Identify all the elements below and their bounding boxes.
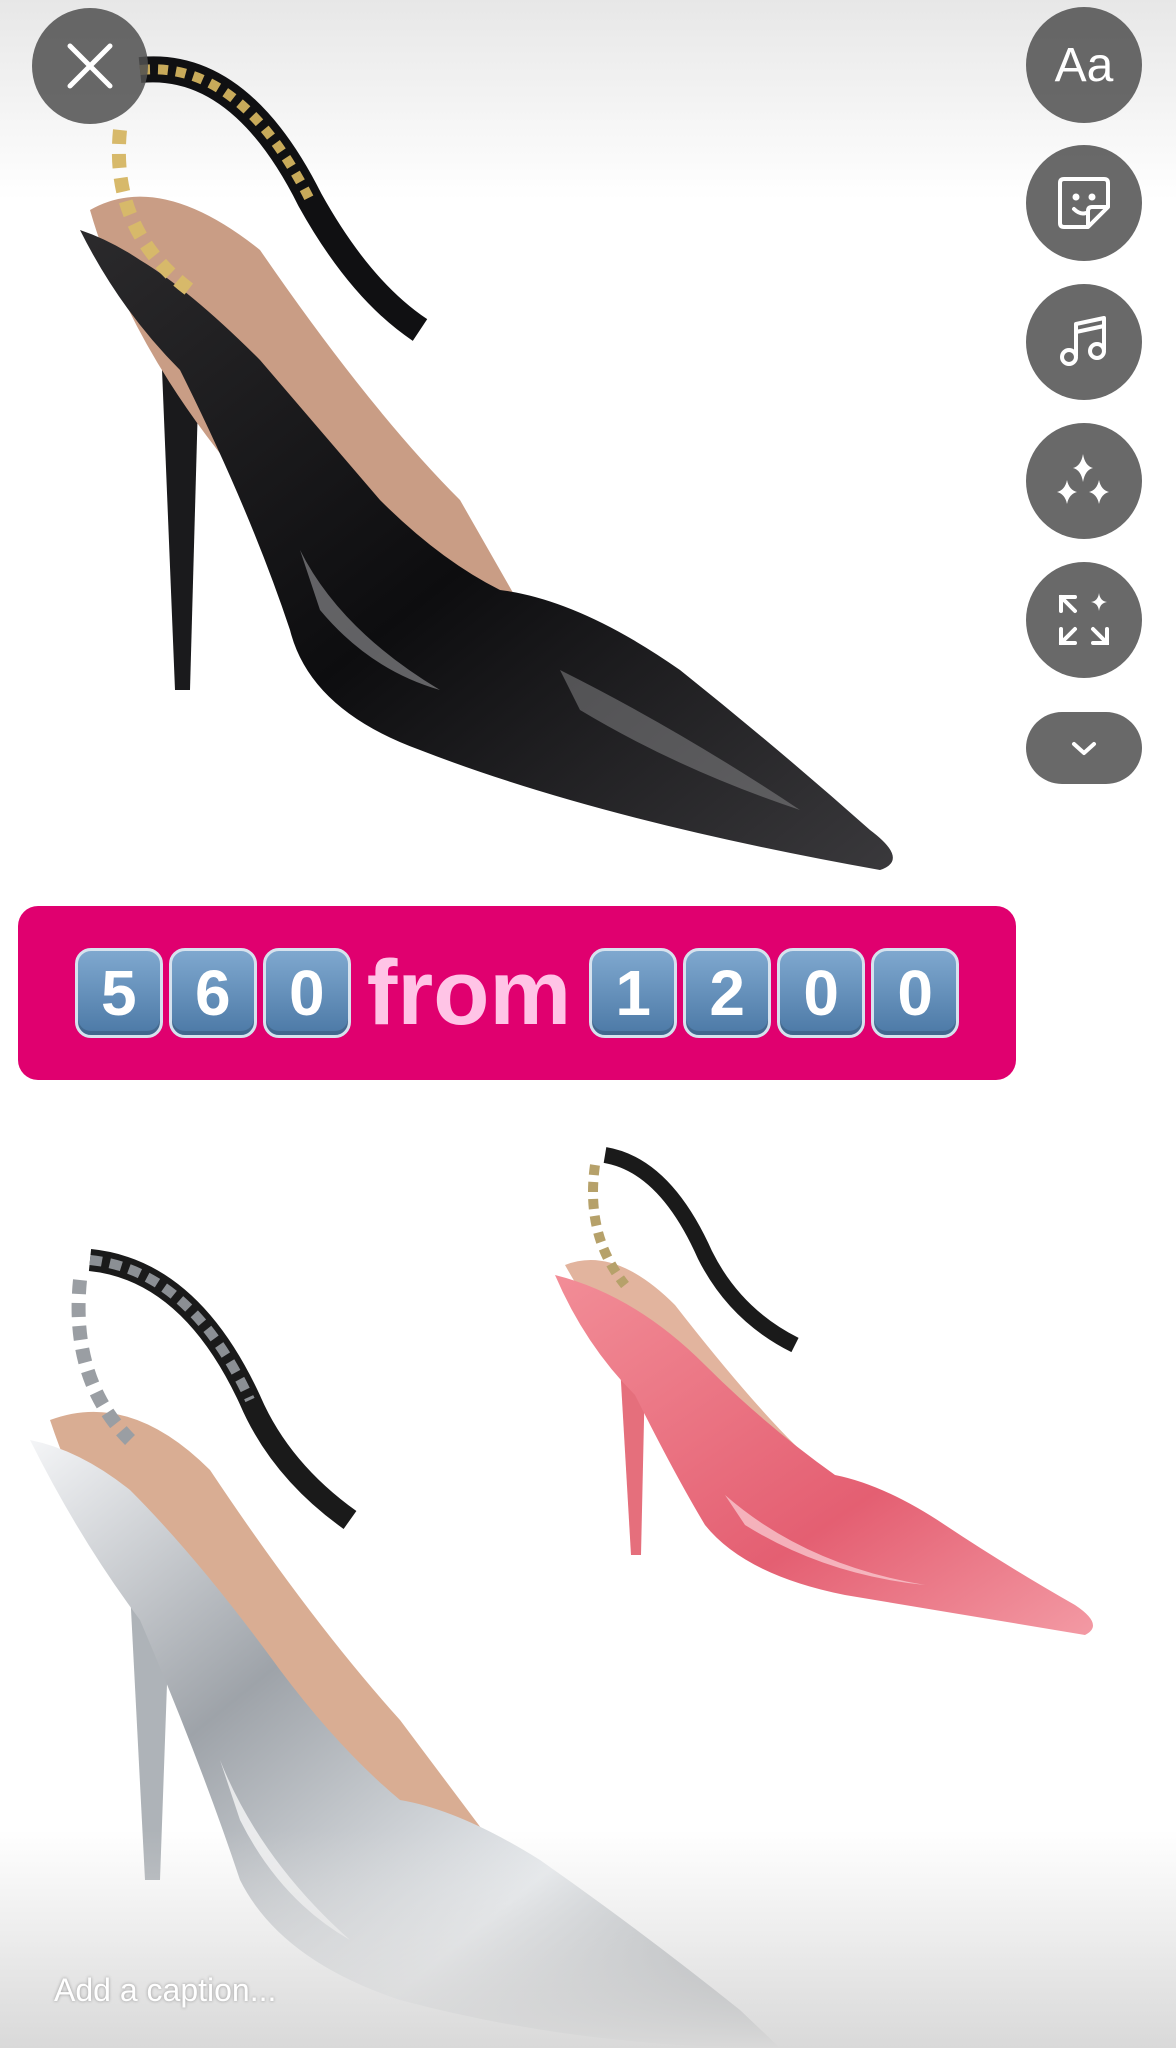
text-tool-button[interactable]: Aa bbox=[1026, 7, 1142, 123]
sparkle-icon bbox=[1053, 450, 1115, 512]
close-icon bbox=[64, 40, 116, 92]
digit-key: 1 bbox=[589, 948, 678, 1038]
resize-tool-button[interactable] bbox=[1026, 562, 1142, 678]
digit-key: 0 bbox=[777, 948, 866, 1038]
sticker-tool-button[interactable] bbox=[1026, 145, 1142, 261]
close-button[interactable] bbox=[32, 8, 148, 124]
effects-tool-button[interactable] bbox=[1026, 423, 1142, 539]
music-tool-button[interactable] bbox=[1026, 284, 1142, 400]
digit-key: 6 bbox=[168, 948, 257, 1038]
music-icon bbox=[1054, 312, 1114, 372]
count-sticker[interactable]: 5 6 0 from 1 2 0 0 bbox=[18, 906, 1016, 1080]
bottom-gradient bbox=[0, 1830, 1176, 2048]
sold-count: 5 6 0 bbox=[74, 948, 351, 1038]
story-canvas: 5 6 0 from 1 2 0 0 Aa Add a caption... bbox=[0, 0, 1176, 2048]
sticker-word: from bbox=[366, 942, 572, 1044]
black-pump-image bbox=[80, 56, 893, 870]
text-icon: Aa bbox=[1054, 38, 1114, 92]
total-count: 1 2 0 0 bbox=[589, 948, 960, 1038]
digit-key: 0 bbox=[262, 948, 351, 1038]
digit-key: 0 bbox=[871, 948, 960, 1038]
caption-input[interactable]: Add a caption... bbox=[54, 1972, 276, 2009]
more-tools-button[interactable] bbox=[1026, 712, 1142, 784]
resize-icon bbox=[1053, 589, 1115, 651]
digit-key: 5 bbox=[74, 948, 163, 1038]
digit-key: 2 bbox=[683, 948, 772, 1038]
sticker-icon bbox=[1052, 171, 1116, 235]
chevron-down-icon bbox=[1069, 738, 1099, 758]
